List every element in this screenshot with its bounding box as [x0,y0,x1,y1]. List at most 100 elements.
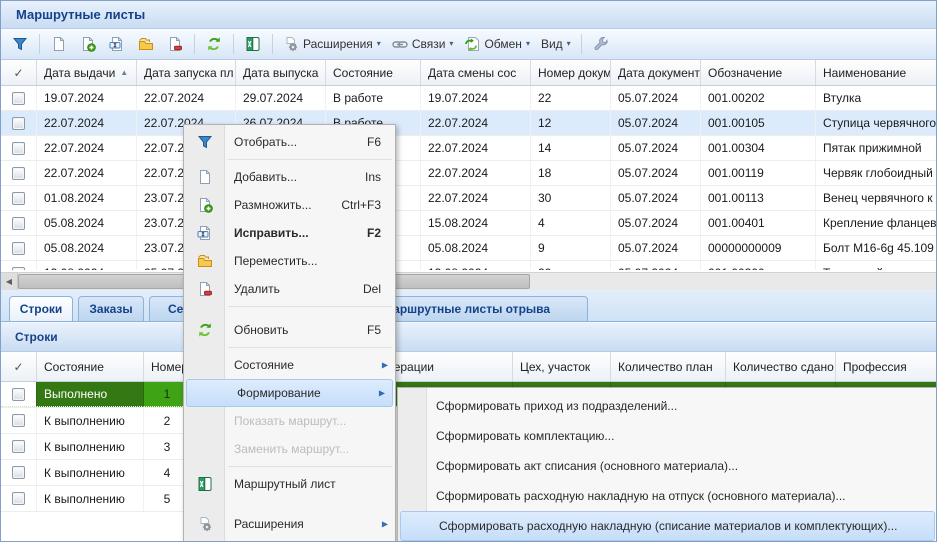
column-header[interactable]: Номер докум [531,60,611,85]
column-header[interactable]: Состояние [326,60,421,85]
table-cell: 001.00304 [701,136,816,160]
toolbar-button[interactable] [7,32,33,56]
toolbar-button[interactable] [240,32,266,56]
toolbar-dropdown[interactable]: Связи▾ [388,32,458,56]
menu-item[interactable]: УдалитьDel [184,275,395,303]
menu-item-label: Обновить [234,323,359,337]
toolbar-dropdown[interactable]: Обмен▾ [460,32,534,56]
submenu-item[interactable]: Сформировать расходную накладную (списан… [400,511,935,541]
menu-item-shortcut: F5 [367,323,381,337]
menu-separator [228,466,392,467]
column-header[interactable]: Дата запуска пл [137,60,236,85]
table-cell: 05.07.2024 [611,236,701,260]
table-cell: Венец червячного к [816,186,936,210]
row-checkbox[interactable] [12,142,25,155]
table-cell: 13.08.2024 [421,261,531,270]
toolbar-button[interactable] [104,32,130,56]
column-header[interactable]: Обозначение [701,60,816,85]
menu-item[interactable]: Размножить...Ctrl+F3 [184,191,395,219]
table-row[interactable]: 22.07.202422.07.202422.07.20241805.07.20… [1,161,936,186]
row-checkbox[interactable] [12,167,25,180]
row-checkbox[interactable] [12,414,25,427]
table-cell: К выполнению [37,486,144,511]
table-row[interactable]: 22.07.202422.07.202426.07.2024В работе22… [1,111,936,136]
table-cell: К выполнению [37,434,144,459]
toolbar-dropdown[interactable]: Расширения▾ [279,32,385,56]
excel-icon [192,476,218,492]
checkbox-cell [1,408,37,433]
menu-item[interactable]: Формирование▶ [186,379,393,407]
toolbar-separator [194,34,195,54]
table-cell: 01.08.2024 [37,186,137,210]
toolbar-button[interactable] [133,32,159,56]
tab-1[interactable]: Строки [9,296,73,321]
row-checkbox[interactable] [12,466,25,479]
table-cell: 13.08.2024 [37,261,137,270]
toolbar-button[interactable] [162,32,188,56]
column-header[interactable]: Цех, участок [513,352,611,381]
column-header[interactable]: Наименование [816,60,936,85]
menu-item-label: Отобрать... [234,135,359,149]
toolbar-separator [233,34,234,54]
table-row[interactable]: 05.08.202423.07.202405.08.2024905.07.202… [1,236,936,261]
menu-item[interactable]: Добавить...Ins [184,163,395,191]
row-checkbox[interactable] [12,117,25,130]
submenu-item[interactable]: Сформировать приход из подразделений... [398,391,937,421]
column-header-label: Номер докум [538,66,611,80]
menu-item-label: Сформировать комплектацию... [436,429,937,443]
column-header[interactable]: Дата документа [611,60,701,85]
row-checkbox[interactable] [12,242,25,255]
column-header[interactable]: Дата выпуска [236,60,326,85]
horizontal-scrollbar[interactable]: ◀ [1,272,936,290]
table-row[interactable]: 01.08.202423.07.202422.07.20243005.07.20… [1,186,936,211]
column-header[interactable]: Количество сдано [726,352,836,381]
toolbar-button[interactable] [46,32,72,56]
toolbar-button[interactable] [75,32,101,56]
menu-item-label: Показать маршрут... [234,414,395,428]
row-checkbox[interactable] [12,267,25,271]
toolbar-dropdown[interactable]: Вид▾ [537,32,575,56]
submenu-item[interactable]: Сформировать акт списания (основного мат… [398,451,937,481]
menu-item-label: Заменить маршрут... [234,442,395,456]
menu-item[interactable]: Отобрать...F6 [184,128,395,156]
column-header[interactable]: Состояние [37,352,144,381]
toolbar-button[interactable] [201,32,227,56]
table-cell: 05.07.2024 [611,211,701,235]
tab-2[interactable]: Заказы [78,296,144,321]
table-row[interactable]: 05.08.202423.07.202415.08.2024405.07.202… [1,211,936,236]
menu-item[interactable]: Обновить F5 [184,316,395,344]
table-row[interactable]: 19.07.202422.07.202429.07.2024В работе19… [1,86,936,111]
toolbar-button[interactable] [588,32,614,56]
menu-item-shortcut: Ctrl+F3 [341,198,381,212]
checkbox-cell [1,434,37,459]
row-checkbox[interactable] [12,492,25,505]
column-header[interactable]: Дата смены сос [421,60,531,85]
menu-item-label: Маршрутный лист [234,477,395,491]
menu-item[interactable]: Исправить...F2 [184,219,395,247]
table-cell: Пятак прижимной [816,136,936,160]
column-header[interactable]: ✓ [1,352,37,381]
row-checkbox[interactable] [12,217,25,230]
chevron-down-icon: ▾ [449,40,453,48]
column-header[interactable]: ✓ [1,60,37,85]
row-checkbox[interactable] [12,192,25,205]
menu-item[interactable]: Маршрутный лист [184,470,395,498]
row-checkbox[interactable] [12,440,25,453]
window-titlebar: Маршрутные листы [1,1,936,29]
column-header[interactable]: Дата выдачи▲ [37,60,137,85]
submenu-item[interactable]: Сформировать комплектацию... [398,421,937,451]
submenu-item[interactable]: Сформировать расходную накладную на отпу… [398,481,937,511]
scroll-left-icon[interactable]: ◀ [1,273,18,290]
row-checkbox[interactable] [12,92,25,105]
row-checkbox[interactable] [12,388,25,401]
toolbar-separator [39,34,40,54]
column-header[interactable]: Количество план [611,352,726,381]
table-row[interactable]: 22.07.202422.07.202422.07.20241405.07.20… [1,136,936,161]
table-row[interactable]: 13.08.202425.07.202413.08.20242005.07.20… [1,261,936,270]
menu-item[interactable]: Состояние▶ [184,351,395,379]
column-header-label: Профессия [843,360,907,374]
column-header[interactable]: Профессия [836,352,936,381]
menu-item[interactable]: Расширения▶ [184,510,395,538]
menu-item[interactable]: Переместить... [184,247,395,275]
column-header-label: Дата выдачи [44,66,115,80]
